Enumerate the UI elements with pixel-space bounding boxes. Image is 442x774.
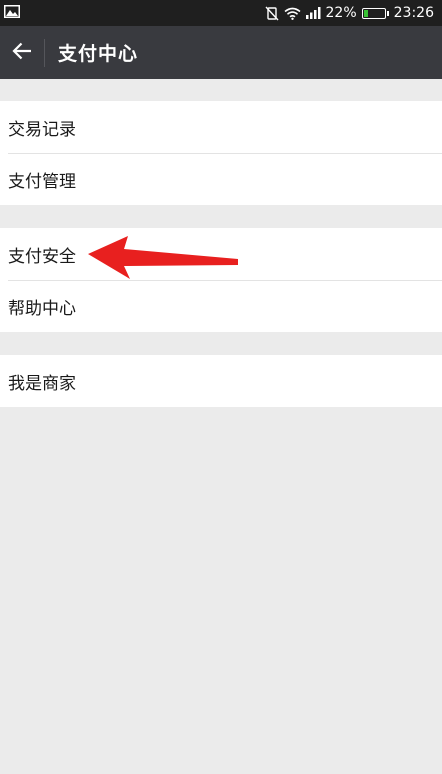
menu-group-1: 交易记录 支付管理 bbox=[0, 101, 442, 205]
battery-fill bbox=[363, 9, 369, 17]
battery-percent: 22% bbox=[325, 5, 357, 21]
menu-item-label: 我是商家 bbox=[8, 373, 76, 394]
menu-item-label: 帮助中心 bbox=[8, 298, 76, 319]
menu-item-merchant[interactable]: 我是商家 bbox=[0, 355, 442, 407]
menu-item-label: 交易记录 bbox=[8, 119, 76, 140]
wifi-icon bbox=[284, 7, 301, 20]
status-bar: 22% 23:26 bbox=[0, 0, 442, 26]
menu-item-label: 支付安全 bbox=[8, 246, 76, 267]
vibrate-off-icon bbox=[265, 6, 279, 21]
page-title: 支付中心 bbox=[58, 43, 139, 65]
signal-icon bbox=[305, 7, 321, 19]
menu-item-label: 支付管理 bbox=[8, 171, 76, 192]
battery-icon bbox=[361, 7, 389, 19]
image-icon bbox=[4, 4, 20, 22]
clock: 23:26 bbox=[393, 5, 434, 21]
app-bar-divider bbox=[44, 38, 45, 67]
status-right: 22% 23:26 bbox=[265, 5, 442, 21]
arrow-left-icon bbox=[12, 42, 32, 64]
menu-item-help-center[interactable]: 帮助中心 bbox=[0, 280, 442, 332]
menu-item-payment-security[interactable]: 支付安全 bbox=[0, 228, 442, 280]
battery-body bbox=[361, 7, 386, 19]
back-button[interactable] bbox=[0, 26, 44, 79]
menu-item-payment-management[interactable]: 支付管理 bbox=[0, 153, 442, 205]
menu-item-transaction-records[interactable]: 交易记录 bbox=[0, 101, 442, 153]
app-bar: 支付中心 bbox=[0, 26, 442, 79]
battery-tip bbox=[386, 10, 389, 16]
menu-group-2: 支付安全 帮助中心 bbox=[0, 228, 442, 332]
status-left bbox=[0, 4, 20, 22]
menu-group-3: 我是商家 bbox=[0, 355, 442, 407]
